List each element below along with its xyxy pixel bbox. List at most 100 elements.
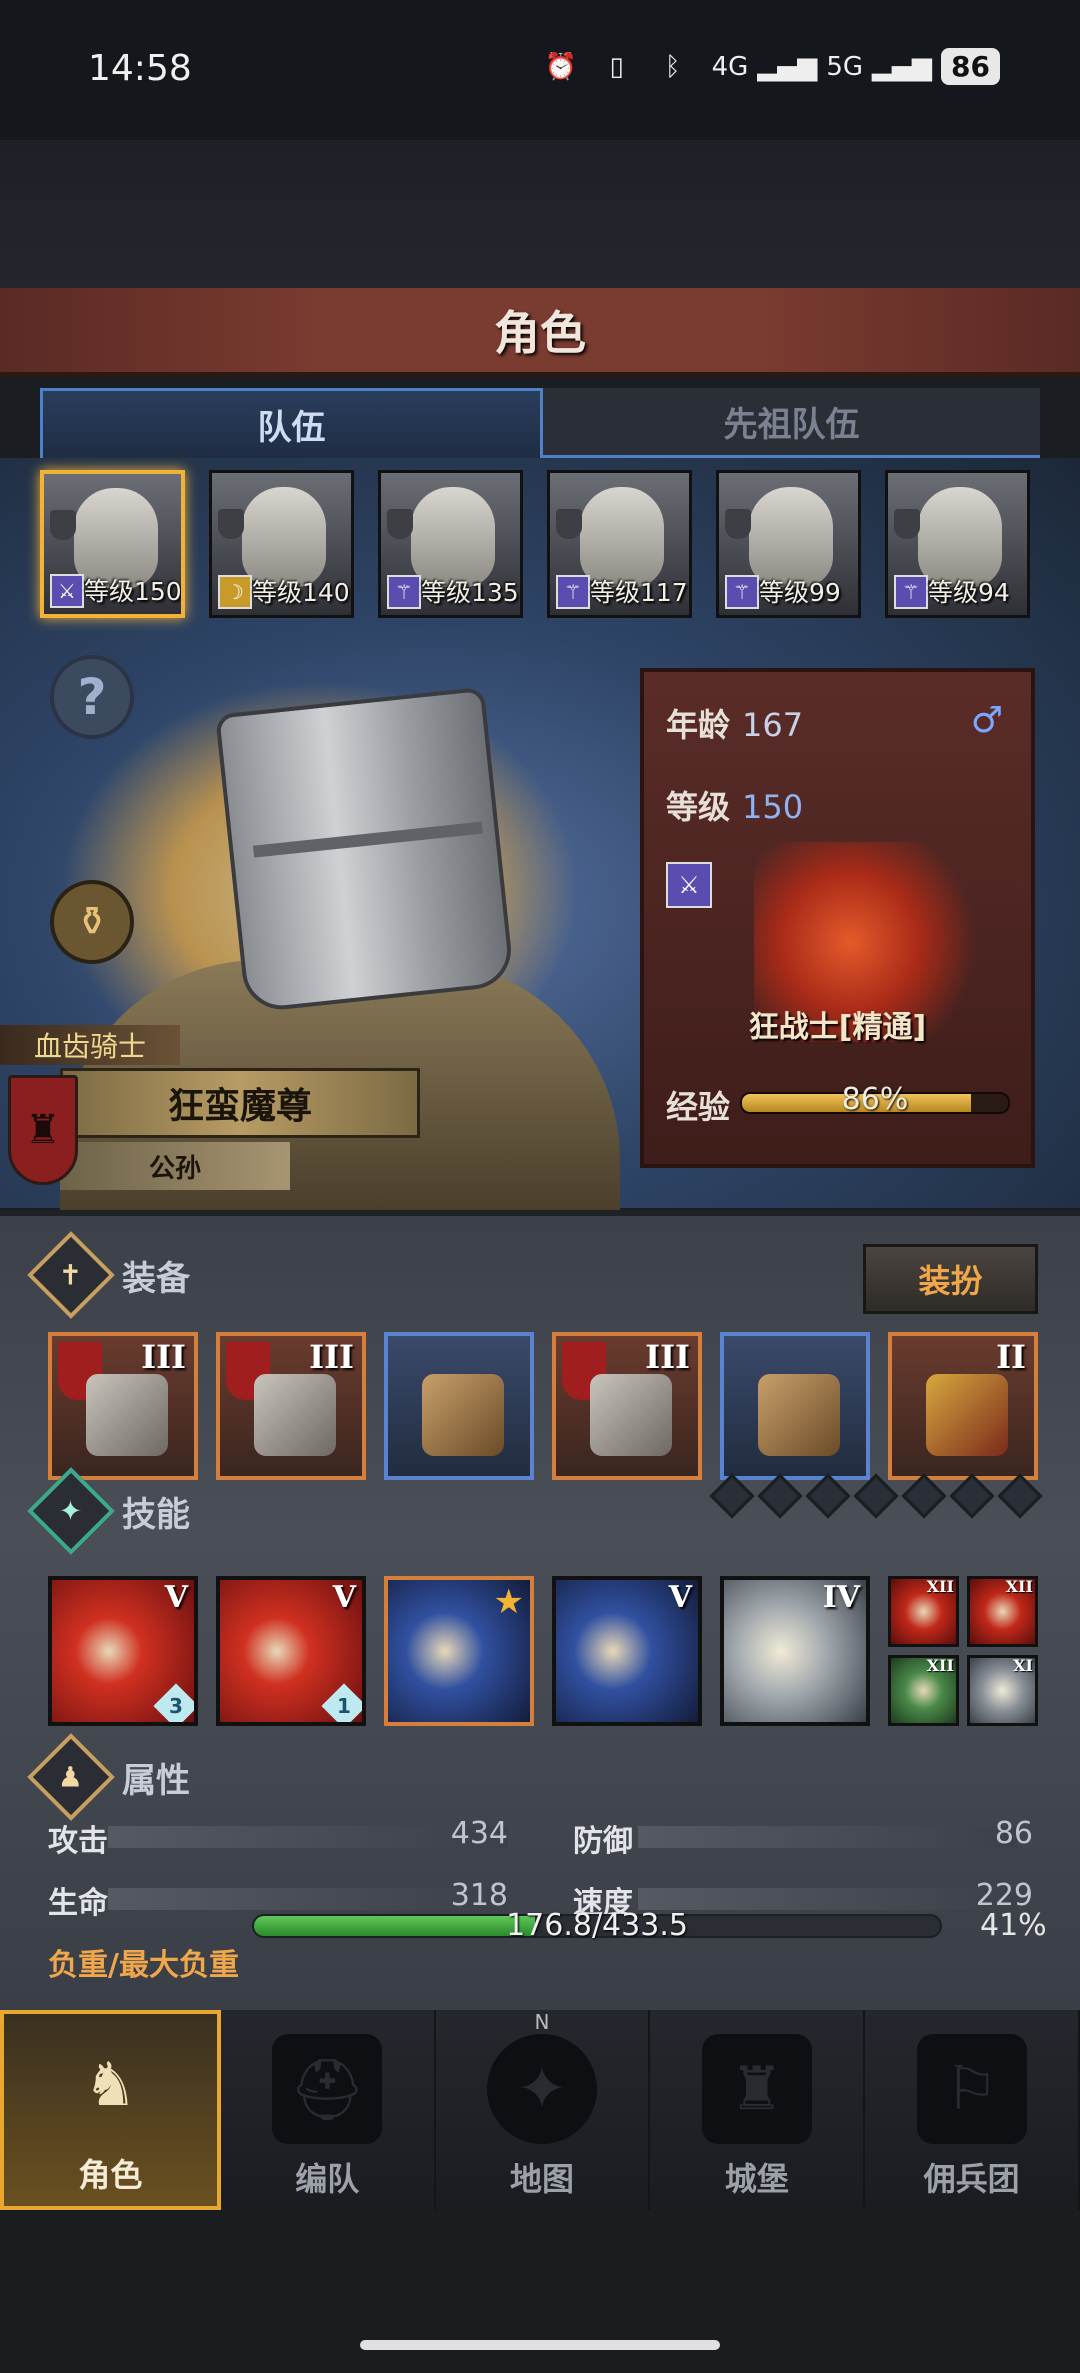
tier-label: XII [926,1656,954,1675]
tier-label: XII [1005,1577,1033,1596]
skill-slot[interactable]: ★ [384,1576,534,1726]
portrait-face [749,487,833,587]
page-title-banner: 角色 [0,288,1080,378]
class-badge-icon: ⚚ [894,575,928,609]
signal-4g-label: 4G [711,51,749,82]
passive-skill[interactable]: XI [967,1655,1038,1726]
age-value: 167 [742,706,804,744]
equipment-slot[interactable]: III [48,1332,198,1480]
skill-dot [709,1473,755,1519]
load-value: 176.8/433.5 [506,1908,688,1943]
class-badge-icon: ⚚ [556,575,590,609]
age-label: 年龄 [666,706,731,744]
bluetooth-icon: ᛒ [664,51,681,82]
nav-castle[interactable]: ♜ 城堡 [650,2010,866,2210]
roster-level: 等级117 [590,578,688,607]
equipment-slot[interactable]: II [888,1332,1038,1480]
nav-mercenary[interactable]: ⚐ 佣兵团 [865,2010,1080,2210]
load-row: 负重/最大负重 [48,1940,239,1984]
battery-level: 86 [941,48,1000,85]
roster-level: 等级99 [759,578,841,607]
passive-skill[interactable]: XII [888,1576,959,1647]
nav-character[interactable]: ♞ 角色 [0,2010,221,2210]
skill-slot[interactable]: V 3 [48,1576,198,1726]
portrait-face [918,487,1002,587]
alarm-icon: ⏰ [544,51,577,82]
passive-skill-grid: XII XII XII XI [888,1576,1038,1726]
skill-slot[interactable]: V [552,1576,702,1726]
exp-label: 经验 [666,1088,731,1126]
roster-portrait[interactable]: ⚚ 等级135 [378,470,523,618]
boots-art [758,1374,840,1456]
nav-map[interactable]: N ✦ 地图 [436,2010,651,2210]
skill-slots: V 3 V 1 ★ V IV XII XII XII XI [48,1576,1038,1726]
passive-skill[interactable]: XII [967,1576,1038,1647]
equipment-slot[interactable]: III [216,1332,366,1480]
weapon-art [86,1374,168,1456]
castle-icon: ♜ [701,2034,812,2144]
hero-name[interactable]: 狂蛮魔尊 [60,1068,420,1138]
header-spacer [0,140,1080,288]
roster-portrait[interactable]: ⚚ 等级117 [547,470,692,618]
signal-5g-label: 5G [826,51,864,82]
level-label: 等级 [666,788,731,826]
nav-label: 编队 [295,2160,360,2198]
faction-banner-icon: ♜ [8,1075,78,1185]
dress-up-button[interactable]: 装扮 [863,1244,1038,1314]
equipment-slot[interactable] [720,1332,870,1480]
shield-icon [725,509,751,539]
skill-dot [853,1473,899,1519]
nav-formation[interactable]: ⛑ 编队 [221,2010,436,2210]
question-icon: ? [77,668,107,726]
hero-faction: 血齿骑士 [0,1025,180,1065]
roster-level: 等级94 [928,578,1010,607]
help-button[interactable]: ? [50,655,134,739]
skill-dot [901,1473,947,1519]
weapon-art [254,1374,336,1456]
compass-north-label: N [534,2010,550,2034]
cross-icon: ✝ [27,1231,115,1319]
nav-label: 佣兵团 [923,2160,1020,2198]
tier-label: II [996,1338,1026,1376]
tier-label: V [332,1580,356,1615]
potion-icon: ⚱ [75,899,109,945]
status-icons: ⏰ ▯ ᛒ 4G ▂▄▆ 5G ▂▄▆ 86 [544,48,1000,85]
figure-icon: ♟ [27,1733,115,1821]
class-sword-icon: ⚔ [666,862,712,908]
hero-info-panel: 年龄 167 ♂ 等级 150 ⚔ 狂战士[精通] 经验 86% [640,668,1035,1168]
roster-portrait[interactable]: ☽ 等级140 [209,470,354,618]
knight-icon: ♞ [83,2050,138,2120]
page-title: 角色 [494,306,586,360]
shield-icon [894,509,920,539]
equipment-slot[interactable] [384,1332,534,1480]
equipment-title: 装备 [122,1258,190,1299]
skill-slot-indicators [709,1473,1043,1519]
portrait-face [580,487,664,587]
class-badge-icon: ⚔ [50,574,84,608]
portrait-face [411,487,495,587]
vibrate-icon: ▯ [609,51,624,82]
potion-button[interactable]: ⚱ [50,880,134,964]
equipment-slots: III III III II [48,1332,1038,1480]
tab-ancestor-team[interactable]: 先祖队伍 [543,388,1040,458]
gem-badge: 3 [153,1683,194,1722]
equipment-slot[interactable]: III [552,1332,702,1480]
helmet-icon: ⛑ [272,2034,383,2144]
nav-label: 城堡 [724,2160,789,2198]
home-indicator[interactable] [360,2340,720,2350]
load-percent: 41% [980,1908,1047,1943]
roster-portrait[interactable]: ⚚ 等级99 [716,470,861,618]
defense-row: 防御 [573,1816,633,1860]
tier-label: XI [1013,1656,1033,1675]
roster-portrait[interactable]: ⚔ 等级150 [40,470,185,618]
roster-portrait[interactable]: ⚚ 等级94 [885,470,1030,618]
passive-skill[interactable]: XII [888,1655,959,1726]
level-row: 等级 150 [666,782,803,828]
class-name[interactable]: 狂战士[精通] [644,1002,1031,1046]
defense-label: 防御 [573,1824,633,1859]
skill-slot[interactable]: V 1 [216,1576,366,1726]
hp-row: 生命 [48,1878,108,1922]
tab-team[interactable]: 队伍 [40,388,543,458]
skill-slot[interactable]: IV [720,1576,870,1726]
tier-label: IV [822,1580,860,1615]
